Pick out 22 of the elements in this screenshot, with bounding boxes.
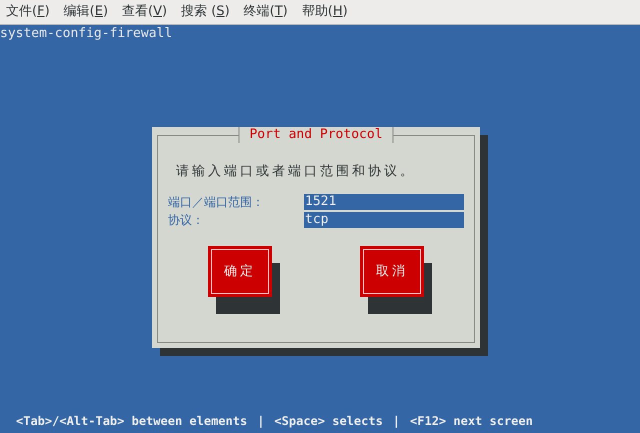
status-hint: <F12> next screen [410, 413, 533, 430]
field-label: 端口／端口范围： [168, 194, 265, 210]
menu-item[interactable]: 帮助(H) [302, 2, 348, 22]
menu-item[interactable]: 搜索 (S) [181, 2, 230, 22]
button-shadow [216, 263, 280, 314]
menu-item[interactable]: 编辑(E) [64, 2, 108, 22]
status-hint: | [392, 413, 400, 430]
field-label: 协议： [168, 212, 205, 228]
input-field[interactable]: 1521 [304, 194, 464, 210]
status-hint: | [257, 413, 264, 430]
terminal-title: system-config-firewall [0, 25, 174, 42]
input-field[interactable]: tcp [304, 212, 464, 228]
menu-item[interactable]: 文件(F) [6, 2, 50, 22]
menu-item[interactable]: 查看(V) [122, 2, 168, 22]
menu-item[interactable]: 终端(T) [244, 2, 288, 22]
status-hint: <Space> selects [274, 413, 383, 430]
dialog-button[interactable]: 取消 [360, 246, 424, 297]
status-hint: <Tab>/<Alt-Tab> between elements [16, 413, 248, 430]
prompt-text: 请输入端口或者端口范围和协议。 [176, 163, 416, 181]
button-shadow [368, 263, 432, 314]
dialog-title: Port and Protocol [238, 127, 394, 143]
dialog-button[interactable]: 确定 [208, 246, 272, 297]
